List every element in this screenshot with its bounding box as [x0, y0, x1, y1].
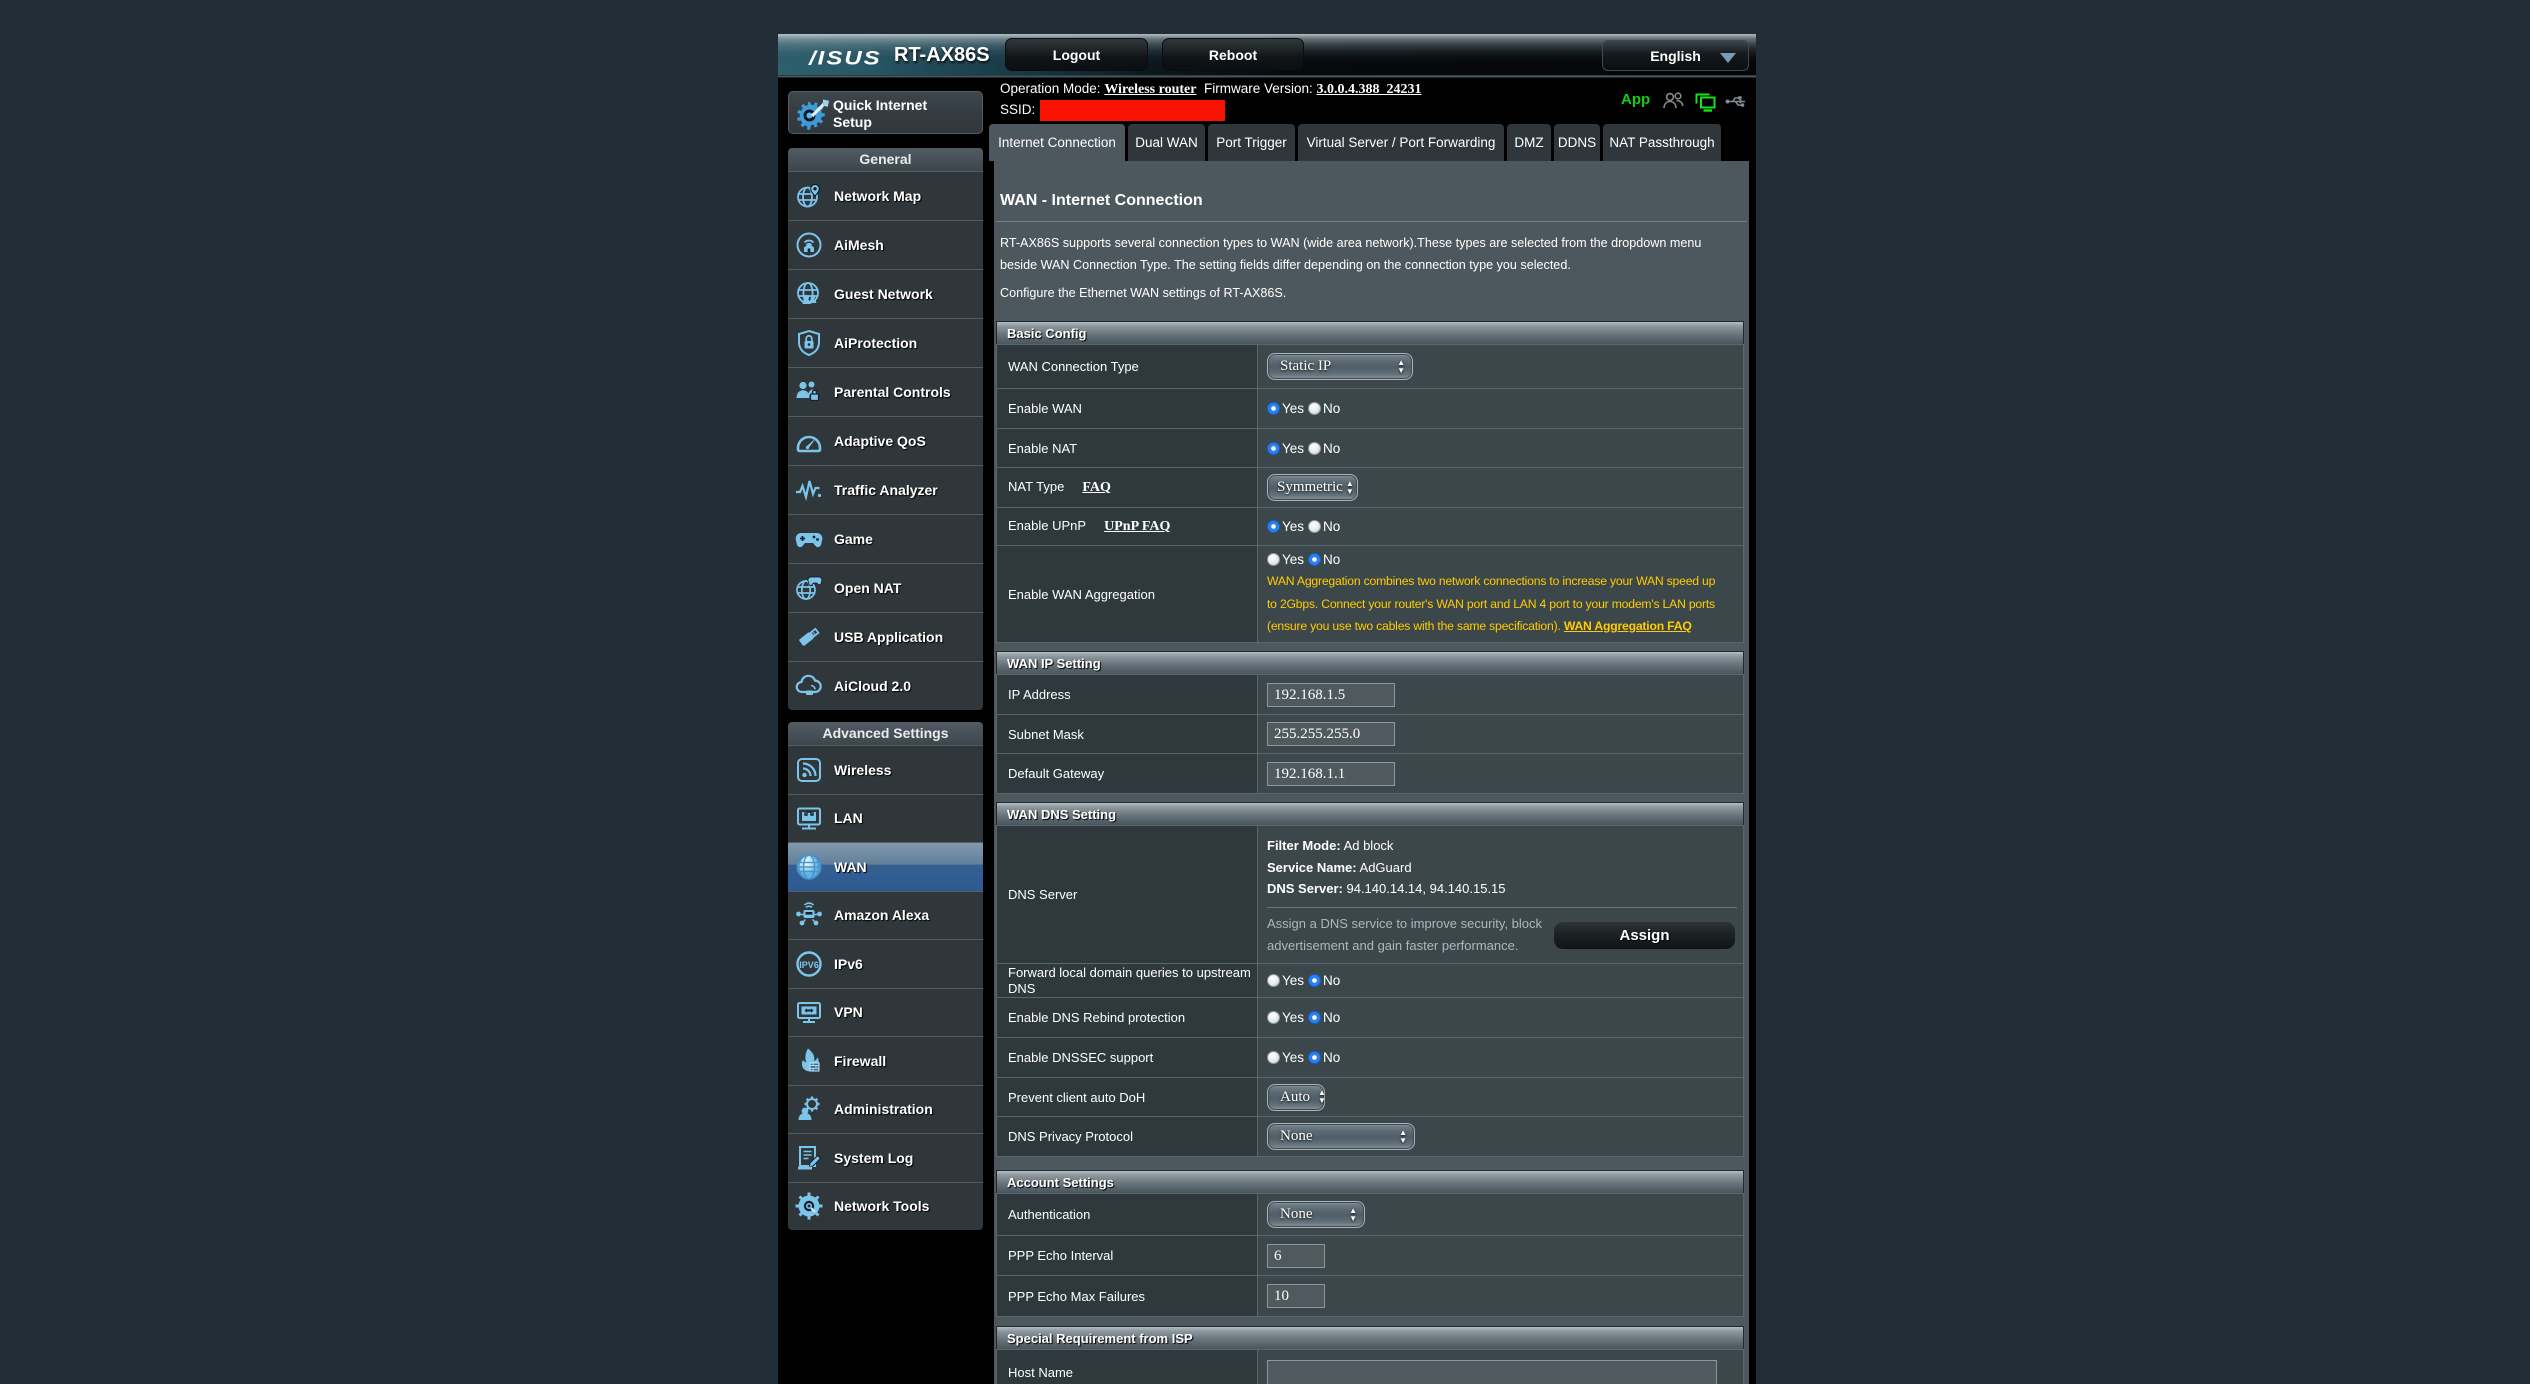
- svg-text:IPV6: IPV6: [799, 960, 819, 970]
